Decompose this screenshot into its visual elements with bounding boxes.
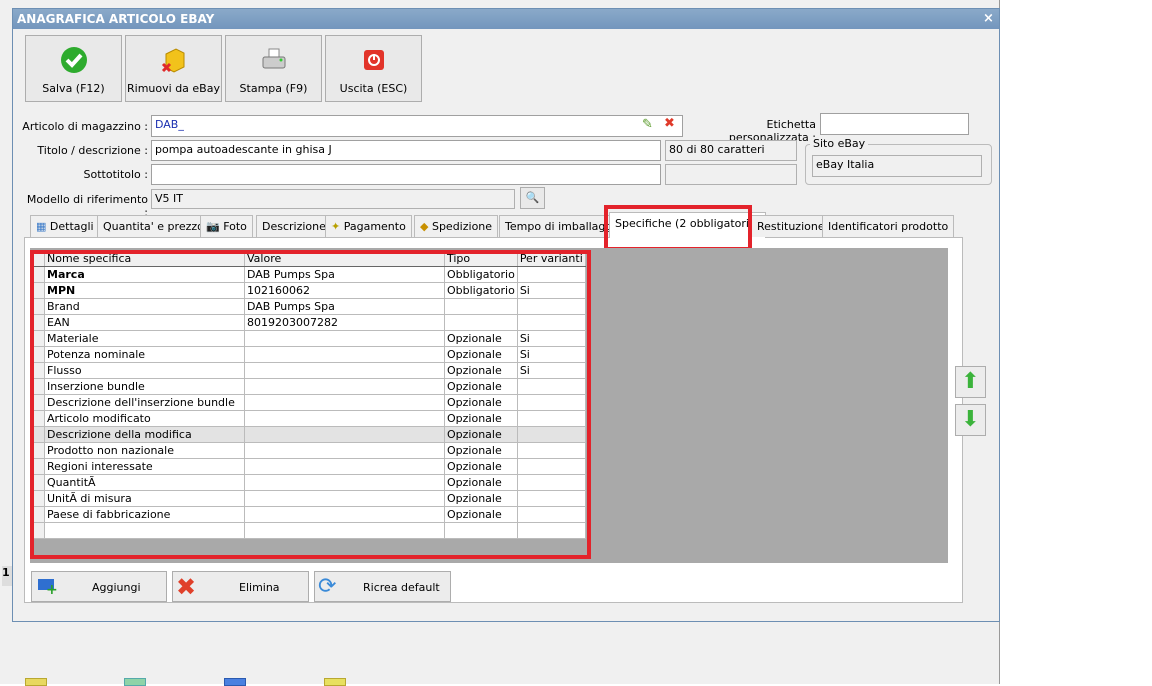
tab-restituzione[interactable]: Restituzione (751, 215, 831, 237)
box-remove-icon (161, 48, 185, 73)
bottom-icon[interactable] (25, 678, 47, 686)
sito-ebay-label: Sito eBay (810, 137, 869, 150)
move-up-button[interactable]: ⬆ (955, 366, 986, 398)
titolo-counter: 80 di 80 caratteri (665, 140, 797, 161)
search-button[interactable]: 🔍 (520, 187, 545, 209)
titolo-label: Titolo / descrizione : (37, 144, 148, 157)
bottom-icon[interactable] (224, 678, 246, 686)
tab-label: Dettagli (49, 220, 94, 233)
calendar-icon: ▦ (36, 220, 50, 233)
sottotitolo-label: Sottotitolo : (83, 168, 148, 181)
print-button[interactable]: Stampa (F9) (225, 35, 322, 102)
exit-label: Uscita (ESC) (339, 82, 408, 95)
bottom-icon[interactable] (324, 678, 346, 686)
row-number: 1 (2, 566, 12, 586)
printer-icon (262, 48, 286, 69)
tab-dettagli[interactable]: ▦ Dettagli (30, 215, 100, 237)
add-button[interactable]: + Aggiungi (31, 571, 167, 602)
arrow-up-icon: ⬆ (961, 369, 980, 394)
articolo-input[interactable]: DAB_ (151, 115, 683, 137)
close-button[interactable]: × (982, 12, 995, 25)
power-icon (364, 50, 384, 70)
dialog-title: ANAGRAFICA ARTICOLO EBAY (13, 9, 999, 29)
tab-label: Identificatori prodotto (828, 220, 949, 233)
arrow-down-icon: ⬇ (961, 407, 980, 432)
tab-label: Quantita' e prezzo (103, 220, 204, 233)
clear-icon[interactable]: ✖ (664, 116, 675, 131)
check-icon (61, 47, 87, 73)
shipping-icon: ◆ (420, 220, 432, 233)
sottotitolo-input[interactable] (151, 164, 661, 185)
reset-label: Ricrea default (363, 581, 440, 594)
tab-label: Restituzione (757, 220, 825, 233)
tab-pagamento[interactable]: ✦ Pagamento (325, 215, 412, 237)
pencil-icon[interactable]: ✎ (642, 117, 653, 132)
tab-label: Spedizione (431, 220, 493, 233)
add-label: Aggiungi (92, 581, 141, 594)
modello-input[interactable]: V5 IT (151, 189, 515, 209)
tab-descrizione[interactable]: Descrizione (256, 215, 332, 237)
titolo-input[interactable]: pompa autoadescante in ghisa J (151, 140, 661, 161)
tab-label: Descrizione (262, 220, 326, 233)
sottotitolo-counter (665, 164, 797, 185)
save-button[interactable]: Salva (F12) (25, 35, 122, 102)
save-label: Salva (F12) (42, 82, 105, 95)
etichetta-input[interactable] (820, 113, 969, 135)
remove-ebay-label: Rimuovi da eBay (127, 82, 220, 95)
search-icon: 🔍 (525, 191, 540, 204)
highlight-table-box (30, 250, 591, 559)
print-label: Stampa (F9) (239, 82, 308, 95)
camera-icon: 📷 (206, 220, 224, 233)
bottom-icon[interactable] (124, 678, 146, 686)
tab-identificatori[interactable]: Identificatori prodotto (822, 215, 955, 237)
x-icon: ✖ (176, 573, 197, 601)
articolo-label: Articolo di magazzino : (22, 120, 148, 133)
delete-button[interactable]: ✖ Elimina (172, 571, 309, 602)
reset-default-button[interactable]: ⟳ Ricrea default (314, 571, 451, 602)
tab-spedizione[interactable]: ◆ Spedizione (414, 215, 499, 237)
move-down-button[interactable]: ⬇ (955, 404, 986, 436)
tab-label: Pagamento (343, 220, 406, 233)
tab-foto[interactable]: 📷 Foto (200, 215, 253, 237)
refresh-icon: ⟳ (318, 574, 337, 599)
money-icon: ✦ (331, 220, 344, 233)
tab-quantita[interactable]: Quantita' e prezzo (97, 215, 210, 237)
plus-icon: + (46, 582, 58, 598)
delete-label: Elimina (239, 581, 280, 594)
sito-ebay-select[interactable]: eBay Italia (812, 155, 982, 177)
highlight-tab-box (604, 205, 752, 251)
tab-label: Foto (223, 220, 247, 233)
remove-ebay-button[interactable]: Rimuovi da eBay (125, 35, 222, 102)
exit-button[interactable]: Uscita (ESC) (325, 35, 422, 102)
